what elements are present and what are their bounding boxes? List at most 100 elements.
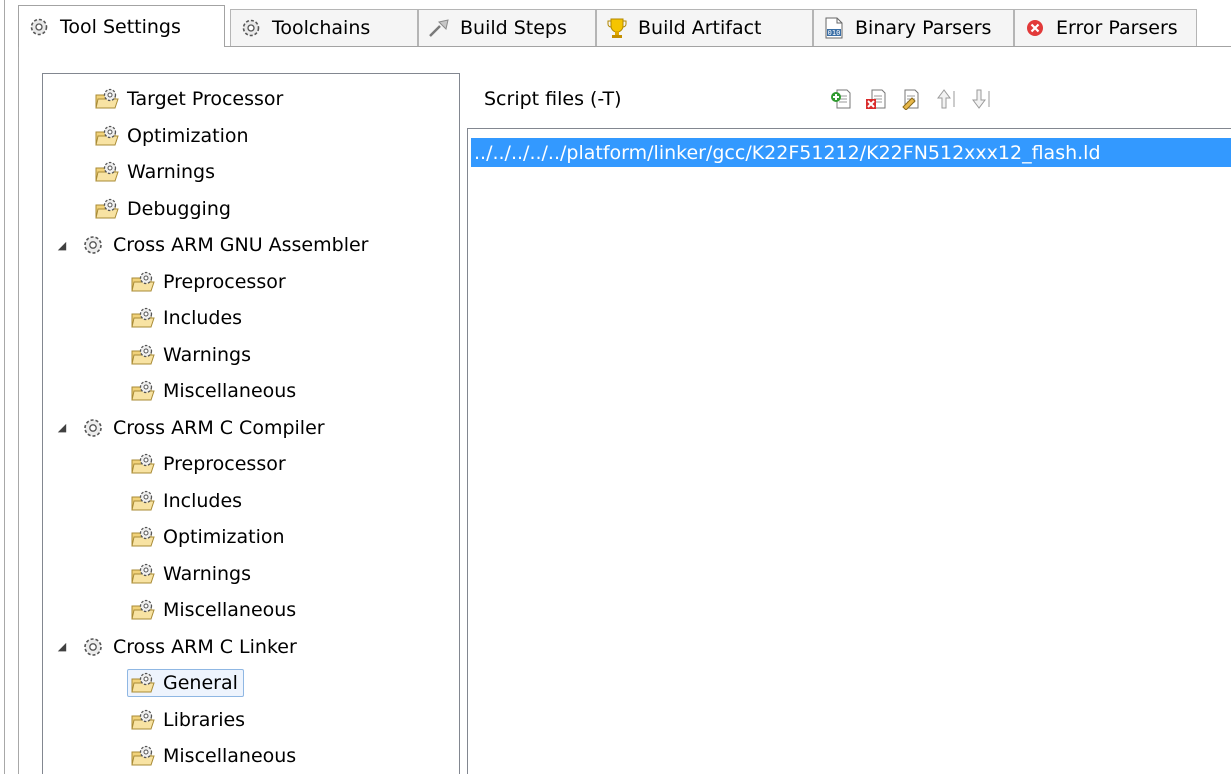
tree-item-label: Warnings [127,161,216,183]
tab-label: Build Steps [460,17,567,39]
tree-item-label: Miscellaneous [163,599,297,621]
tree-item-label: Target Processor [127,88,284,110]
trophy-icon [606,17,628,39]
option-folder-icon [131,489,155,513]
tree-item-content: Preprocessor [127,450,292,478]
tab-binary-parsers[interactable]: 010 Binary Parsers [813,9,1014,46]
tree-item-label: Debugging [127,197,231,220]
collapse-toggle-icon[interactable]: ◢ [55,640,69,653]
add-icon[interactable] [829,87,853,111]
tree-item-content: Miscellaneous [127,377,302,405]
tool-gear-icon [81,416,105,440]
collapse-toggle-icon[interactable]: ◢ [55,239,69,252]
tab-label: Error Parsers [1056,17,1178,39]
tree-item-content: Cross ARM C Linker [77,633,303,661]
tree-item-label: General [163,672,238,694]
tree-item[interactable]: Target Processor [91,82,289,116]
tree-item[interactable]: Includes [127,484,248,518]
tree-item[interactable]: Optimization [91,119,255,153]
tree-item-content: Miscellaneous [127,742,302,770]
list-item[interactable]: ../../../../../platform/linker/gcc/K22F5… [471,138,1231,167]
edit-icon[interactable] [899,87,923,111]
option-folder-icon [95,197,119,221]
tree-item-content: Optimization [127,523,291,551]
tree-item-label: Preprocessor [163,453,286,475]
tree-node-tool[interactable]: ◢ Cross ARM C Linker [55,630,303,664]
option-folder-icon [95,124,119,148]
tree-item-content: Debugging [91,195,237,223]
option-folder-icon [131,525,155,549]
tree-item-content: Warnings [127,341,257,369]
option-folder-icon [131,379,155,403]
tree-item-label: Warnings [163,343,252,366]
tree-item-label: Miscellaneous [163,745,297,767]
option-folder-icon [131,708,155,732]
tree-item-label: Preprocessor [163,270,286,293]
script-files-list[interactable]: ../../../../../platform/linker/gcc/K22F5… [467,128,1231,774]
tool-gear-icon [81,233,105,257]
tree-item[interactable]: Miscellaneous [127,739,302,773]
tab-tool-settings[interactable]: Tool Settings [18,5,225,47]
tree-item-content: Warnings [127,560,257,588]
binary-file-icon: 010 [823,17,845,39]
move-down-icon[interactable] [969,87,993,111]
tab-toolchains[interactable]: Toolchains [230,9,418,46]
panel-border [18,46,19,774]
tree-item-content: Preprocessor [127,268,292,296]
tree-item-content: Cross ARM GNU Assembler [77,231,374,259]
gear-icon [240,17,262,39]
tree-item[interactable]: Debugging [91,192,237,226]
tab-build-artifact[interactable]: Build Artifact [596,9,813,46]
tree-item[interactable]: Optimization [127,520,291,554]
option-folder-icon [95,160,119,184]
tree-item[interactable]: Miscellaneous [127,374,302,408]
tree-item[interactable]: Warnings [127,338,257,372]
tree-item[interactable]: Miscellaneous [127,593,302,627]
tree-item-content: Includes [127,304,248,332]
tree-item[interactable]: Includes [127,301,248,335]
tree-item-content: Warnings [91,158,221,186]
tree-item-label: Miscellaneous [163,380,297,402]
tree-node-tool[interactable]: ◢ Cross ARM GNU Assembler [55,228,374,262]
option-folder-icon [131,343,155,367]
tree-item-label: Includes [163,307,243,329]
tree-node-tool[interactable]: ◢ Cross ARM C Compiler [55,411,331,445]
tab-label: Toolchains [272,17,371,39]
error-icon [1024,17,1046,39]
tab-build-steps[interactable]: Build Steps [418,9,596,46]
window-border [4,0,5,774]
tree-item-content: Libraries [127,706,251,734]
tree-item[interactable]: Warnings [91,155,221,189]
build-steps-icon [428,17,450,39]
tree-item[interactable]: Warnings [127,557,257,591]
delete-icon[interactable] [864,87,888,111]
svg-text:010: 010 [828,29,841,37]
tree-item-content: Includes [127,487,248,515]
tree-item[interactable]: General [127,666,244,700]
tree-item-content: Target Processor [91,85,289,113]
gear-icon [28,16,50,38]
tree-item-label: Cross ARM GNU Assembler [113,234,369,256]
tree-item-label: Libraries [163,708,246,731]
tree-item-label: Warnings [163,562,252,585]
tree-item-content: General [127,669,244,697]
move-up-icon[interactable] [934,87,958,111]
tree-item[interactable]: Libraries [127,703,251,737]
option-folder-icon [95,87,119,111]
tab-error-parsers[interactable]: Error Parsers [1014,9,1197,46]
collapse-toggle-icon[interactable]: ◢ [55,421,69,434]
tree-item-label: Optimization [127,124,249,147]
tree-item-content: Miscellaneous [127,596,302,624]
tool-gear-icon [81,635,105,659]
tree-item-label: Includes [163,489,243,512]
tool-settings-tree[interactable]: Target Processor Optimization Warnings Debu… [42,73,460,774]
option-folder-icon [131,598,155,622]
tree-item-label: Optimization [163,526,285,548]
tab-strip: Tool Settings Toolchains Build Steps Bui… [18,0,1231,48]
tree-item-label: Cross ARM C Compiler [113,416,325,439]
option-folder-icon [131,671,155,695]
option-folder-icon [131,306,155,330]
tree-item[interactable]: Preprocessor [127,265,292,299]
tree-item-content: Optimization [91,122,255,150]
tree-item[interactable]: Preprocessor [127,447,292,481]
